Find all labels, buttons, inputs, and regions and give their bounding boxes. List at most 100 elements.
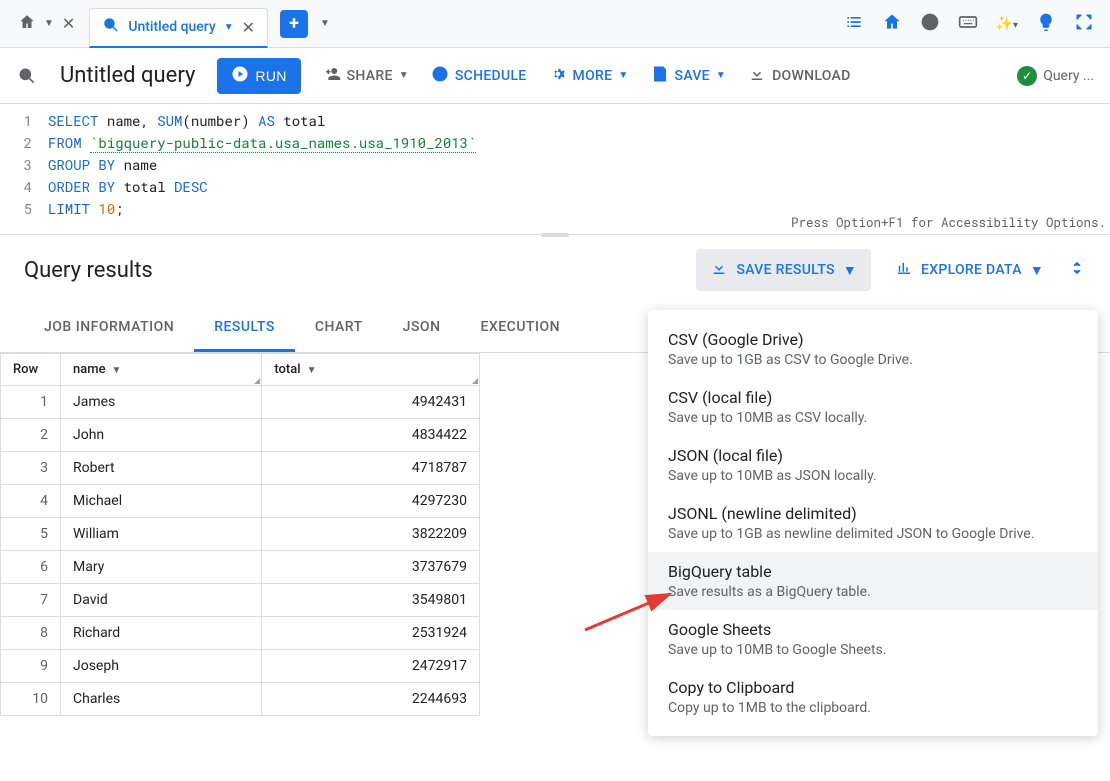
download-icon [710,259,728,281]
explore-data-button[interactable]: EXPLORE DATA ▼ [895,259,1044,281]
table-row[interactable]: 9Joseph2472917 [1,650,480,683]
table-row[interactable]: 7David3549801 [1,584,480,617]
play-icon [231,65,249,86]
check-circle-icon: ✓ [1017,66,1037,86]
caret-down-icon[interactable]: ▼ [224,22,234,33]
row-number: 2 [1,419,61,452]
menu-item-copy-to-clipboard[interactable]: Copy to ClipboardCopy up to 1MB to the c… [648,668,1098,726]
menu-item-jsonl-newline-delimited-[interactable]: JSONL (newline delimited)Save up to 1GB … [648,494,1098,552]
line-number: 5 [0,198,48,220]
magic-wand-icon[interactable]: ✨▾ [996,16,1018,32]
save-results-button[interactable]: SAVE RESULTS ▼ [696,249,871,291]
table-row[interactable]: 8Richard2531924 [1,617,480,650]
table-row[interactable]: 1James4942431 [1,386,480,419]
share-button[interactable]: SHARE ▼ [323,65,409,87]
info-icon[interactable] [920,12,940,36]
save-icon [651,65,669,87]
tab-results[interactable]: RESULTS [194,305,295,352]
menu-item-json-local-file-[interactable]: JSON (local file)Save up to 10MB as JSON… [648,436,1098,494]
menu-item-subtitle: Save up to 10MB to Google Sheets. [668,642,1078,658]
schedule-button[interactable]: SCHEDULE [431,65,527,87]
resize-handle-icon[interactable] [254,378,260,384]
cell-name: Richard [61,617,262,650]
cell-name: John [61,419,262,452]
close-icon[interactable]: ✕ [242,18,255,37]
caret-down-icon: ▼ [1030,262,1044,279]
tab-label: Untitled query [128,19,215,35]
tab-chart[interactable]: CHART [295,305,383,352]
chart-icon [895,259,913,281]
line-number: 2 [0,132,48,154]
results-table: Rowname▼total▼ 1James49424312John4834422… [0,353,480,716]
row-number: 7 [1,584,61,617]
table-row[interactable]: 3Robert4718787 [1,452,480,485]
menu-item-bigquery-table[interactable]: BigQuery tableSave results as a BigQuery… [648,552,1098,610]
gear-icon [549,65,567,87]
cell-total: 3822209 [262,518,480,551]
caret-down-icon: ▼ [44,18,54,29]
active-query-tab[interactable]: Untitled query ▼ ✕ [89,8,268,48]
menu-item-google-sheets[interactable]: Google SheetsSave up to 10MB to Google S… [648,610,1098,668]
home-icon[interactable] [882,12,902,36]
menu-item-title: CSV (local file) [668,388,1078,407]
row-number: 10 [1,683,61,716]
schedule-icon [431,65,449,87]
home-tab[interactable]: ▼ ✕ [8,6,85,42]
cell-total: 4718787 [262,452,480,485]
fullscreen-icon[interactable] [1074,12,1094,36]
drag-handle-icon[interactable] [541,233,569,237]
save-button[interactable]: SAVE ▼ [651,65,727,87]
code-line[interactable]: 2FROM `bigquery-public-data.usa_names.us… [0,132,1110,154]
menu-item-csv-google-drive-[interactable]: CSV (Google Drive)Save up to 1GB as CSV … [648,320,1098,378]
more-button[interactable]: MORE ▼ [549,65,629,87]
sql-editor[interactable]: 1SELECT name, SUM(number) AS total2FROM … [0,104,1110,235]
cell-total: 3549801 [262,584,480,617]
cell-total: 2531924 [262,617,480,650]
code-line[interactable]: 3GROUP BY name [0,154,1110,176]
table-row[interactable]: 2John4834422 [1,419,480,452]
table-row[interactable]: 10Charles2244693 [1,683,480,716]
tab-job-information[interactable]: JOB INFORMATION [24,305,194,352]
cell-total: 4297230 [262,485,480,518]
tab-overflow-caret[interactable]: ▼ [320,18,330,29]
cell-name: Mary [61,551,262,584]
column-header[interactable]: name▼ [61,354,262,386]
keyboard-icon[interactable] [958,12,978,36]
cell-total: 2244693 [262,683,480,716]
table-row[interactable]: 6Mary3737679 [1,551,480,584]
code-line[interactable]: 4ORDER BY total DESC [0,176,1110,198]
results-header: Query results SAVE RESULTS ▼ EXPLORE DAT… [0,235,1110,305]
caret-down-icon: ▼ [716,70,726,81]
tab-execution[interactable]: EXECUTION [461,305,581,352]
run-button[interactable]: RUN [217,58,300,94]
tab-json[interactable]: JSON [383,305,461,352]
line-number: 1 [0,110,48,132]
tab-bar: ▼ ✕ Untitled query ▼ ✕ + ▼ ✨▾ [0,0,1110,48]
lightbulb-icon[interactable] [1036,12,1056,36]
home-icon [18,13,36,35]
menu-item-title: JSON (local file) [668,446,1078,465]
save-results-dropdown: CSV (Google Drive)Save up to 1GB as CSV … [648,310,1098,736]
menu-item-title: BigQuery table [668,562,1078,581]
column-header[interactable]: Row [1,354,61,386]
results-title: Query results [24,258,153,283]
download-button[interactable]: DOWNLOAD [748,65,851,87]
column-header[interactable]: total▼ [262,354,480,386]
query-settings-icon[interactable] [16,65,38,87]
close-icon[interactable]: ✕ [62,14,75,33]
list-icon[interactable] [844,12,864,36]
expand-collapse-icon[interactable] [1068,259,1086,281]
table-row[interactable]: 4Michael4297230 [1,485,480,518]
code-line[interactable]: 1SELECT name, SUM(number) AS total [0,110,1110,132]
accessibility-hint: Press Option+F1 for Accessibility Option… [791,212,1106,234]
code-content: LIMIT 10; [48,198,124,220]
cell-name: David [61,584,262,617]
person-add-icon [323,65,341,87]
row-number: 5 [1,518,61,551]
new-tab-button[interactable]: + [280,10,308,38]
cell-name: James [61,386,262,419]
table-row[interactable]: 5William3822209 [1,518,480,551]
cell-total: 4834422 [262,419,480,452]
menu-item-csv-local-file-[interactable]: CSV (local file)Save up to 10MB as CSV l… [648,378,1098,436]
resize-handle-icon[interactable] [472,378,478,384]
